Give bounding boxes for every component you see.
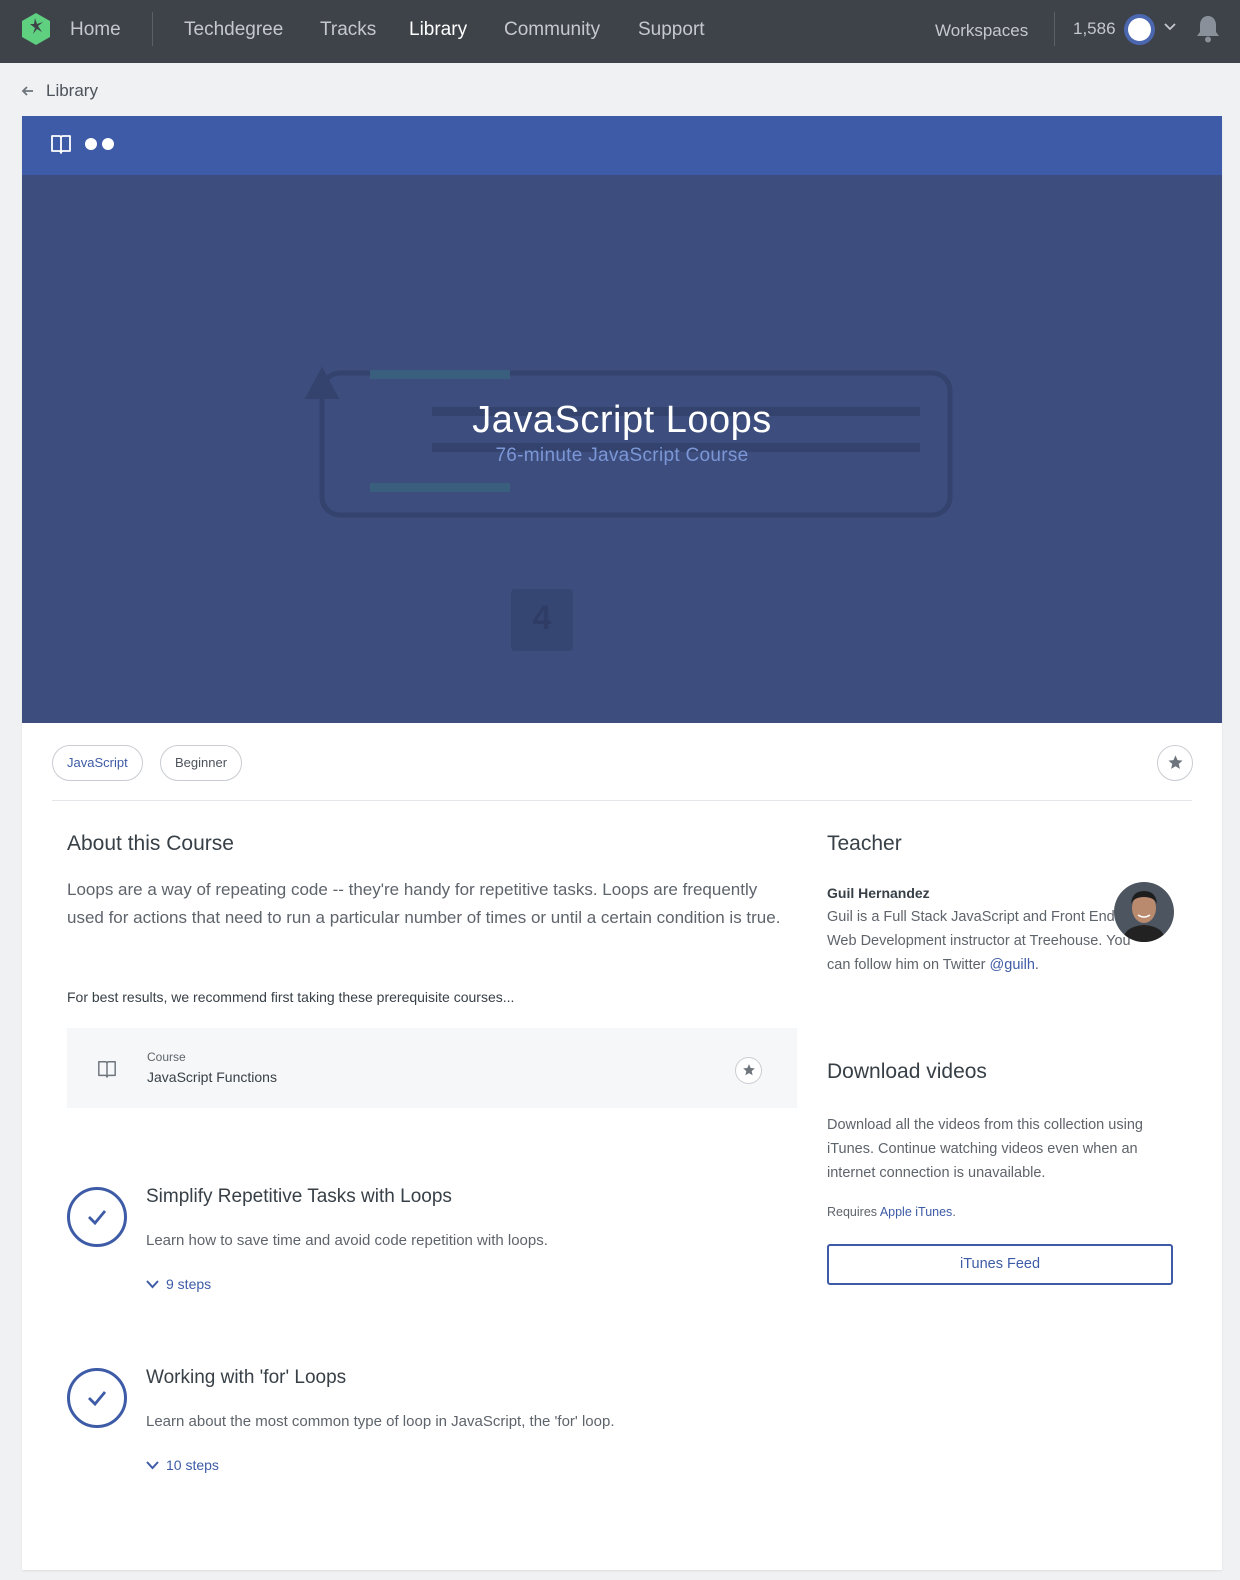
nav-workspaces[interactable]: Workspaces: [935, 19, 1028, 43]
requires-end: .: [952, 1205, 956, 1219]
nav-divider: [1054, 12, 1055, 46]
course-hero: 4 JavaScript Loops 76-minute JavaScript …: [22, 175, 1222, 723]
prerequisite-note: For best results, we recommend first tak…: [67, 989, 515, 1005]
itunes-feed-button[interactable]: iTunes Feed: [827, 1244, 1173, 1285]
book-icon: [98, 1061, 116, 1078]
treehouse-logo-icon[interactable]: [20, 12, 52, 46]
stage-title[interactable]: Simplify Repetitive Tasks with Loops: [146, 1186, 452, 1208]
about-heading: About this Course: [67, 832, 234, 855]
progress-dots: [85, 138, 114, 150]
teacher-bio-end: .: [1034, 957, 1039, 973]
star-icon: [1168, 755, 1183, 769]
book-icon: [51, 135, 71, 154]
teacher-bio: Guil is a Full Stack JavaScript and Fron…: [827, 905, 1137, 977]
nav-divider: [152, 12, 153, 46]
section-divider: [52, 800, 1192, 801]
stage-title[interactable]: Working with 'for' Loops: [146, 1367, 346, 1389]
download-description: Download all the videos from this collec…: [827, 1117, 1143, 1181]
teacher-photo: [1114, 882, 1174, 942]
nav-tracks[interactable]: Tracks: [320, 18, 376, 42]
teacher-name: Guil Hernandez: [827, 885, 930, 901]
chevron-down-icon: [146, 1460, 159, 1469]
requires-label: Requires: [827, 1205, 880, 1219]
stage-description: Learn how to save time and avoid code re…: [146, 1232, 548, 1249]
favorite-button[interactable]: [1157, 745, 1193, 781]
apple-itunes-link[interactable]: Apple iTunes: [880, 1205, 953, 1219]
about-description: Loops are a way of repeating code -- the…: [67, 880, 781, 927]
arrow-left-icon: [21, 86, 33, 96]
teacher-heading: Teacher: [827, 832, 902, 855]
nav-techdegree[interactable]: Techdegree: [184, 18, 283, 42]
tag-javascript[interactable]: JavaScript: [52, 745, 143, 781]
stage-complete-check: [67, 1187, 127, 1247]
course-subtitle: 76-minute JavaScript Course: [495, 445, 749, 466]
chevron-down-icon[interactable]: [1163, 20, 1177, 34]
breadcrumb[interactable]: Library: [20, 80, 98, 102]
points-count[interactable]: 1,586: [1073, 18, 1116, 40]
nav-library[interactable]: Library: [409, 18, 467, 42]
teacher-twitter-link[interactable]: @guilh: [990, 957, 1035, 973]
user-avatar[interactable]: [1124, 14, 1155, 45]
checkmark-icon: [88, 1210, 107, 1226]
stage-steps-count: 10 steps: [166, 1457, 219, 1473]
nav-community[interactable]: Community: [504, 18, 600, 42]
nav-home[interactable]: Home: [70, 18, 121, 42]
prerequisite-course[interactable]: Course JavaScript Functions: [67, 1028, 797, 1108]
hero-badge-number: 4: [532, 599, 552, 637]
top-navigation: Home Techdegree Tracks Library Community…: [0, 0, 1240, 63]
course-card: 4 JavaScript Loops 76-minute JavaScript …: [22, 116, 1222, 1570]
download-heading: Download videos: [827, 1060, 987, 1083]
course-title: JavaScript Loops: [472, 399, 772, 441]
stage-description: Learn about the most common type of loop…: [146, 1413, 615, 1430]
stage-steps-toggle[interactable]: 9 steps: [146, 1276, 211, 1292]
course-header-bar: [22, 116, 1222, 175]
stage-steps-count: 9 steps: [166, 1276, 212, 1292]
nav-support[interactable]: Support: [638, 18, 705, 42]
stage-steps-toggle[interactable]: 10 steps: [146, 1457, 219, 1473]
teacher-bio-text: Guil is a Full Stack JavaScript and Fron…: [827, 909, 1131, 973]
star-icon: [743, 1064, 755, 1076]
prerequisite-name[interactable]: JavaScript Functions: [147, 1069, 277, 1085]
tag-beginner[interactable]: Beginner: [160, 745, 243, 781]
chevron-down-icon: [146, 1279, 159, 1288]
prerequisite-favorite-button[interactable]: [735, 1057, 762, 1084]
stage-complete-check: [67, 1368, 127, 1428]
breadcrumb-label: Library: [46, 81, 98, 100]
requires-note: Requires Apple iTunes.: [827, 1205, 956, 1219]
notification-bell-icon[interactable]: [1194, 14, 1222, 44]
checkmark-icon: [88, 1391, 107, 1407]
prerequisite-kind: Course: [147, 1050, 186, 1064]
